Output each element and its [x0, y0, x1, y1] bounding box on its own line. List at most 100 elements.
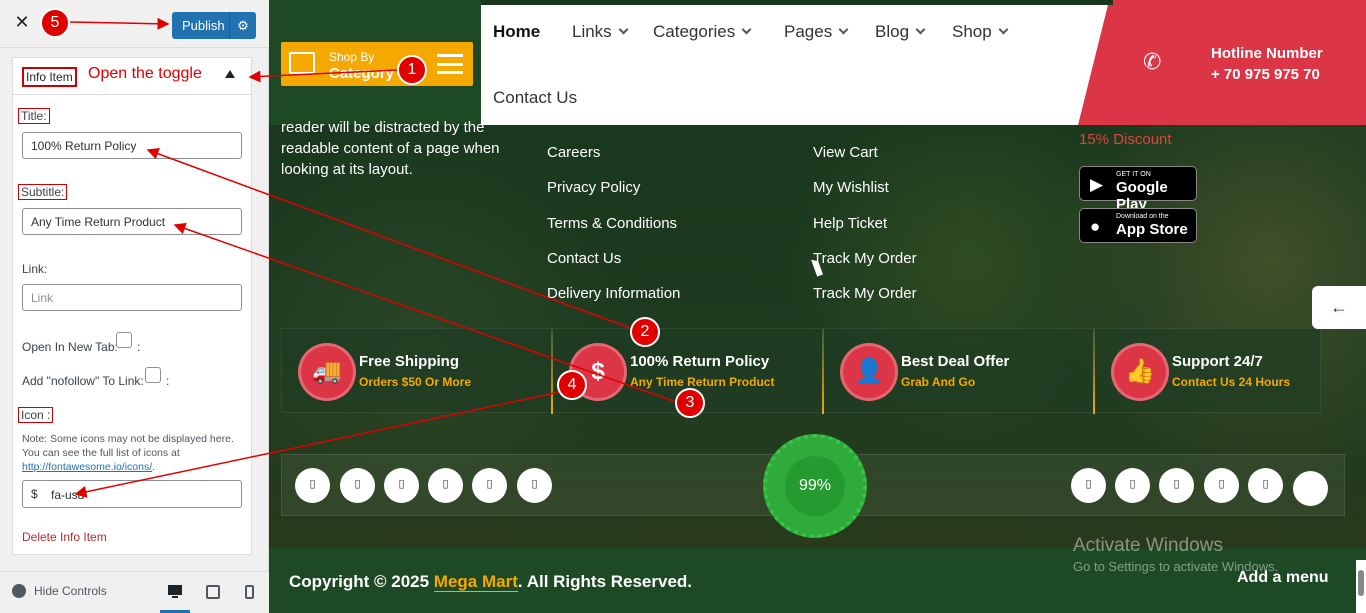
- publish-button[interactable]: Publish ⚙: [172, 12, 256, 39]
- social-icon[interactable]: ▯: [1115, 468, 1150, 503]
- hide-controls-label: Hide Controls: [34, 584, 107, 598]
- main-nav: Home Links Categories Pages Blog Shop Co…: [481, 5, 1113, 125]
- header-left: Shop By Category: [269, 0, 481, 125]
- social-icon[interactable]: ▯: [1204, 468, 1239, 503]
- title-input[interactable]: 100% Return Policy: [22, 132, 242, 159]
- delete-info-item-link[interactable]: Delete Info Item: [22, 530, 107, 544]
- footer-link-terms[interactable]: Terms & Conditions: [547, 215, 677, 232]
- footer-link-contact[interactable]: Contact Us: [547, 250, 621, 267]
- customizer-footer: Hide Controls: [0, 571, 269, 613]
- nofollow-suffix: :: [166, 374, 170, 388]
- footer-link-privacy[interactable]: Privacy Policy: [547, 179, 640, 196]
- features-strip: 🚚 Free Shipping Orders $50 Or More $ 100…: [281, 328, 1321, 414]
- nofollow-checkbox[interactable]: [145, 367, 161, 383]
- social-icon[interactable]: ▯: [517, 468, 552, 503]
- truck-icon: 🚚: [298, 343, 356, 401]
- footer-link-delivery[interactable]: Delivery Information: [547, 285, 680, 302]
- feature-title: Best Deal Offer: [901, 353, 1010, 370]
- collapse-icon: [12, 584, 26, 598]
- footer-link-wishlist[interactable]: My Wishlist: [813, 179, 889, 196]
- footer-link-help-ticket[interactable]: Help Ticket: [813, 215, 887, 232]
- social-icon[interactable]: ▯: [295, 468, 330, 503]
- subtitle-input[interactable]: Any Time Return Product: [22, 208, 242, 235]
- hotline-number[interactable]: + 70 975 975 70: [1211, 66, 1320, 83]
- arrow-left-icon[interactable]: ←: [1312, 286, 1366, 329]
- social-icon[interactable]: ▯: [1159, 468, 1194, 503]
- nav-links-label: Links: [572, 22, 612, 41]
- phone-icon: ✆: [1143, 49, 1162, 74]
- social-icon[interactable]: ▯: [1248, 468, 1283, 503]
- percent-badge: 99%: [763, 434, 867, 538]
- user-icon: 👤: [840, 343, 898, 401]
- social-icon[interactable]: ▯: [1071, 468, 1106, 503]
- step-badge-1: 1: [397, 55, 427, 85]
- hide-controls-button[interactable]: Hide Controls: [12, 584, 107, 598]
- feature-subtitle: Orders $50 Or More: [359, 375, 472, 389]
- nav-shop[interactable]: Shop: [952, 22, 1009, 42]
- icon-input[interactable]: $ fa-usd: [22, 480, 242, 508]
- gear-icon[interactable]: ⚙: [229, 12, 256, 39]
- brand-link[interactable]: Mega Mart: [433, 572, 518, 592]
- social-icon[interactable]: ▯: [384, 468, 419, 503]
- scrollbar-thumb[interactable]: [1358, 570, 1364, 596]
- nofollow-label: Add "nofollow" To Link:: [22, 374, 144, 388]
- feature-subtitle: Contact Us 24 Hours: [1172, 375, 1291, 389]
- nav-categories[interactable]: Categories: [653, 22, 752, 42]
- scroll-top-circle[interactable]: [1293, 471, 1328, 506]
- google-play-button[interactable]: ▶ GET IT ON Google Play: [1079, 166, 1197, 213]
- vertical-scrollbar[interactable]: [1356, 560, 1366, 613]
- google-play-small: GET IT ON: [1116, 171, 1151, 178]
- caret-up-icon[interactable]: [225, 70, 235, 78]
- feature-subtitle: Grab And Go: [901, 375, 976, 389]
- feature-title: 100% Return Policy: [630, 353, 770, 370]
- nav-contact-us[interactable]: Contact Us: [493, 88, 577, 108]
- nav-pages-label: Pages: [784, 22, 833, 41]
- hotline-title: Hotline Number: [1211, 45, 1323, 62]
- icon-note: Note: Some icons may not be displayed he…: [22, 432, 244, 474]
- nav-blog[interactable]: Blog: [875, 22, 926, 42]
- discount-text: 15% Discount: [1079, 131, 1172, 148]
- app-store-label: App Store: [1116, 221, 1188, 238]
- copyright-text: Copyright © 2025 Mega Mart. All Rights R…: [289, 572, 692, 592]
- close-icon[interactable]: ✕: [12, 12, 32, 32]
- chevron-down-icon: [838, 24, 849, 35]
- mobile-preview-icon[interactable]: [245, 585, 254, 599]
- nav-home[interactable]: Home: [493, 22, 540, 42]
- footer-link-careers[interactable]: Careers: [547, 144, 600, 161]
- nav-links[interactable]: Links: [572, 22, 629, 42]
- chevron-down-icon: [618, 24, 629, 35]
- icon-note-end: .: [152, 461, 156, 473]
- fontawesome-link[interactable]: http://fontawesome.io/icons/: [22, 461, 152, 473]
- icon-note-text: Note: Some icons may not be displayed he…: [22, 433, 234, 459]
- footer-link-track-order-2[interactable]: Track My Order: [813, 285, 917, 302]
- new-tab-suffix: :: [137, 340, 141, 354]
- nav-pages[interactable]: Pages: [784, 22, 849, 42]
- footer-link-view-cart[interactable]: View Cart: [813, 144, 878, 161]
- step-badge-5: 5: [40, 8, 70, 38]
- feature-support: 👍 Support 24/7 Contact Us 24 Hours: [1095, 329, 1366, 414]
- shop-by-label: Shop By: [329, 50, 375, 64]
- hamburger-icon[interactable]: [437, 54, 463, 74]
- nav-categories-label: Categories: [653, 22, 736, 41]
- percent-badge-value: 99%: [785, 456, 845, 516]
- publish-label: Publish: [182, 18, 225, 33]
- nav-shop-label: Shop: [952, 22, 992, 41]
- step-badge-2: 2: [630, 317, 660, 347]
- shop-by-category-button[interactable]: Shop By Category: [281, 42, 473, 86]
- link-input[interactable]: Link: [22, 284, 242, 311]
- social-icon[interactable]: ▯: [472, 468, 507, 503]
- icon-label: Icon :: [18, 407, 54, 423]
- footer-link-track-order[interactable]: Track My Order: [813, 250, 917, 267]
- app-store-button[interactable]: ● Download on the App Store: [1079, 208, 1197, 243]
- social-icon[interactable]: ▯: [340, 468, 375, 503]
- new-tab-label: Open In New Tab:: [22, 340, 118, 354]
- link-label: Link:: [22, 262, 48, 276]
- social-icon[interactable]: ▯: [428, 468, 463, 503]
- copyright-suffix: . All Rights Reserved.: [517, 572, 693, 591]
- copyright-bar: Copyright © 2025 Mega Mart. All Rights R…: [269, 548, 1366, 613]
- desktop-preview-icon[interactable]: [168, 585, 182, 599]
- new-tab-checkbox[interactable]: [116, 332, 132, 348]
- site-preview: Shop By Category Home Links Categories P…: [269, 0, 1366, 613]
- info-item-title: Info Item: [22, 67, 77, 87]
- tablet-preview-icon[interactable]: [206, 585, 220, 599]
